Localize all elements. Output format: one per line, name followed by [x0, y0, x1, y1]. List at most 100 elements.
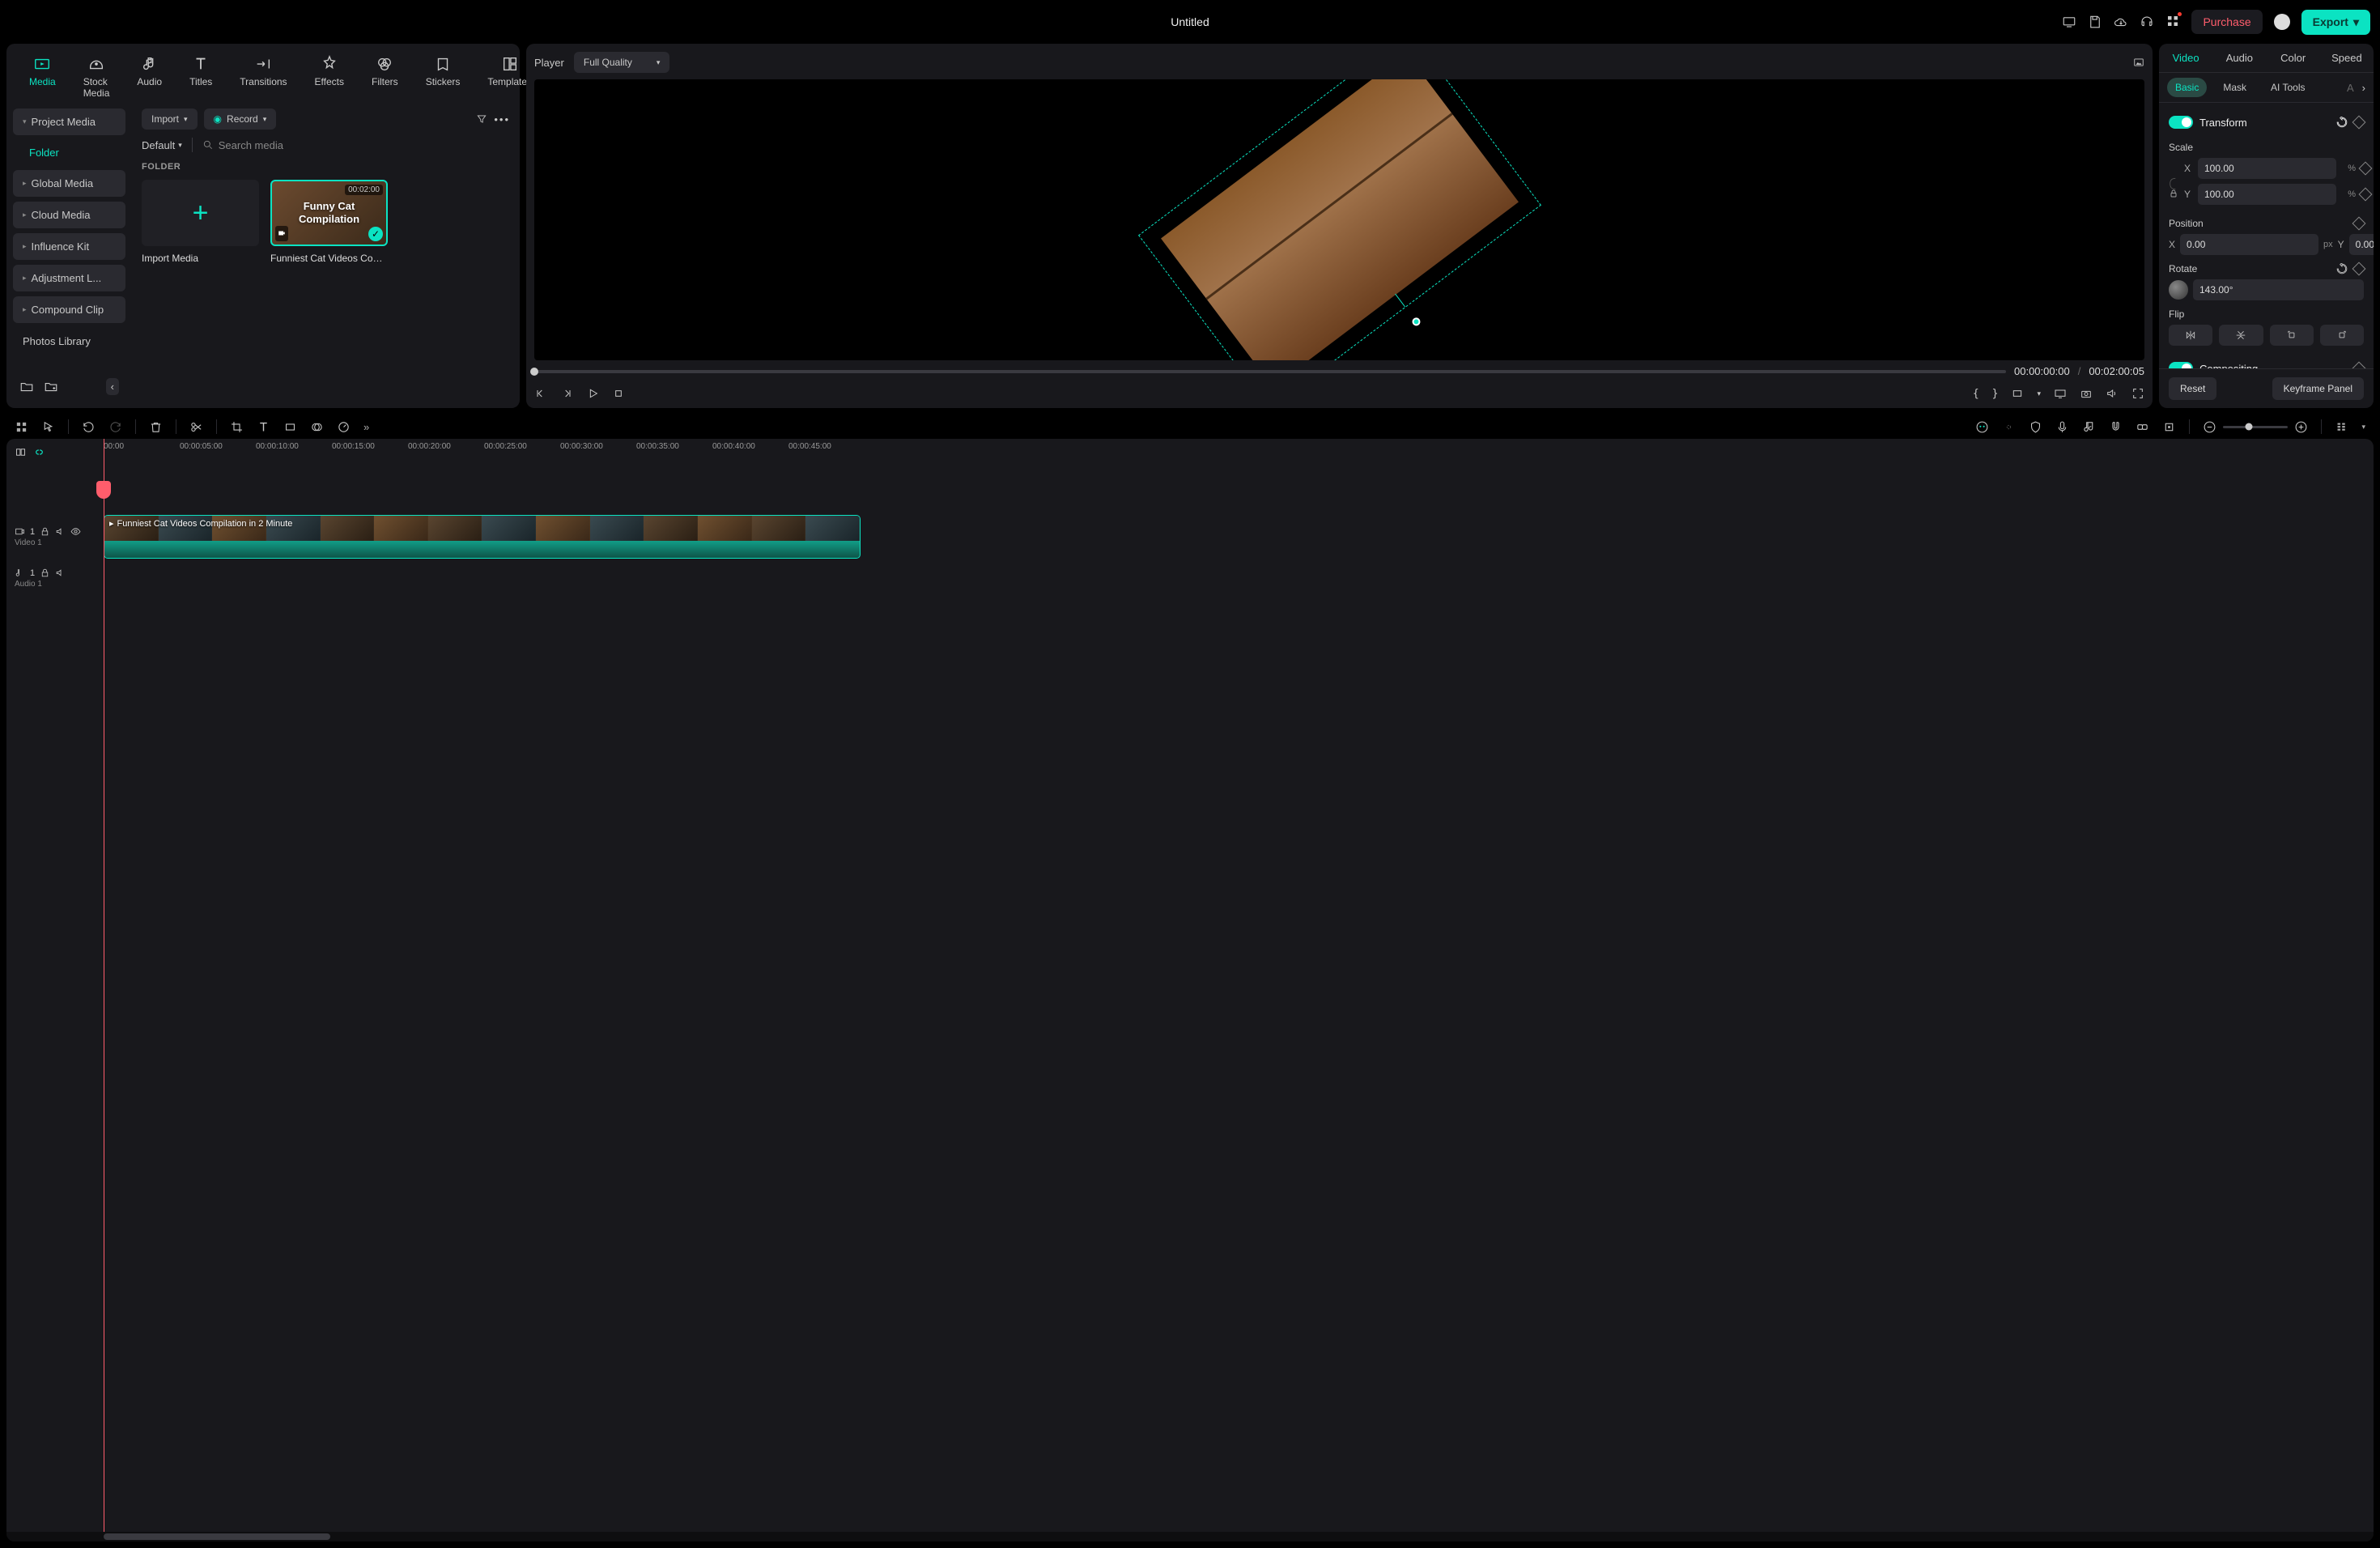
- redo-icon[interactable]: [108, 420, 122, 434]
- new-folder-icon[interactable]: [19, 380, 34, 394]
- mark-in-icon[interactable]: {: [1973, 388, 1979, 400]
- ratio-icon[interactable]: [2011, 387, 2024, 400]
- speed-icon[interactable]: [337, 420, 351, 434]
- import-media-tile[interactable]: + Import Media: [142, 180, 259, 264]
- filter-icon[interactable]: [476, 113, 487, 125]
- mute-track-icon[interactable]: [55, 526, 66, 537]
- visibility-icon[interactable]: [70, 526, 81, 537]
- sidebar-global-media[interactable]: ▸Global Media: [13, 170, 125, 197]
- zoom-out-icon[interactable]: [2203, 420, 2216, 434]
- pos-x-input[interactable]: [2180, 234, 2318, 255]
- video-track-head[interactable]: 1 Video 1: [6, 523, 104, 551]
- tab-stickers[interactable]: Stickers: [419, 52, 467, 102]
- display-icon[interactable]: [2062, 15, 2076, 29]
- reset-button[interactable]: Reset: [2169, 377, 2216, 400]
- scale-x-input[interactable]: [2198, 158, 2336, 179]
- rotate-input[interactable]: [2193, 279, 2364, 300]
- video-clip[interactable]: ▸Funniest Cat Videos Compilation in 2 Mi…: [104, 515, 861, 559]
- sidebar-cloud-media[interactable]: ▸Cloud Media: [13, 202, 125, 228]
- stop-icon[interactable]: [612, 387, 625, 400]
- reset-rotate-icon[interactable]: [2336, 263, 2348, 274]
- mask-icon[interactable]: [310, 420, 324, 434]
- save-icon[interactable]: [2088, 15, 2102, 29]
- cloud-icon[interactable]: [2114, 15, 2128, 29]
- new-bin-icon[interactable]: [44, 380, 58, 394]
- snapshot-icon[interactable]: [2133, 57, 2144, 68]
- insp-tab-audio[interactable]: Audio: [2212, 44, 2266, 72]
- support-icon[interactable]: [2140, 15, 2154, 29]
- play-icon[interactable]: [586, 387, 599, 400]
- tab-media[interactable]: Media: [23, 52, 62, 102]
- zoom-slider[interactable]: [2223, 426, 2288, 428]
- reset-transform-icon[interactable]: [2336, 117, 2348, 128]
- lock-track-icon[interactable]: [40, 526, 50, 537]
- tab-stock-media[interactable]: Stock Media: [77, 52, 117, 102]
- display-mode-icon[interactable]: [2054, 387, 2067, 400]
- record-button[interactable]: ◉Record▾: [204, 108, 277, 130]
- subtab-ai-tools[interactable]: AI Tools: [2263, 78, 2313, 97]
- mark-out-icon[interactable]: }: [1992, 388, 1999, 400]
- scale-x-keyframe[interactable]: [2359, 162, 2373, 176]
- video-viewport[interactable]: [534, 79, 2144, 360]
- delete-icon[interactable]: [149, 420, 163, 434]
- sidebar-adjustment-layer[interactable]: ▸Adjustment L...: [13, 265, 125, 291]
- insp-tab-video[interactable]: Video: [2159, 44, 2212, 72]
- tab-effects[interactable]: Effects: [308, 52, 351, 102]
- scale-y-input[interactable]: [2198, 184, 2336, 205]
- volume-icon[interactable]: [2106, 387, 2119, 400]
- mute-audio-icon[interactable]: [55, 568, 66, 578]
- media-clip-tile[interactable]: 00:02:00 Funny Cat Compilation ✓ Funnies…: [270, 180, 388, 264]
- rotate-handle[interactable]: [1410, 316, 1422, 327]
- sidebar-compound-clip[interactable]: ▸Compound Clip: [13, 296, 125, 323]
- text-icon[interactable]: [257, 420, 270, 434]
- audio-track-head[interactable]: 1 Audio 1: [6, 564, 104, 592]
- compositing-toggle[interactable]: [2169, 362, 2193, 368]
- sidebar-project-media[interactable]: ▾Project Media: [13, 108, 125, 135]
- crop-rect-icon[interactable]: [283, 420, 297, 434]
- scale-lock-icon[interactable]: [2169, 189, 2178, 198]
- insp-tab-color[interactable]: Color: [2267, 44, 2320, 72]
- sidebar-influence-kit[interactable]: ▸Influence Kit: [13, 233, 125, 260]
- subtab-basic[interactable]: Basic: [2167, 78, 2207, 97]
- search-input[interactable]: Search media: [202, 139, 510, 151]
- rotate-ccw-button[interactable]: [2270, 325, 2314, 346]
- tab-filters[interactable]: Filters: [365, 52, 405, 102]
- subtab-more-icon[interactable]: ›: [2362, 82, 2365, 94]
- flip-vertical-button[interactable]: [2219, 325, 2263, 346]
- compositing-keyframe[interactable]: [2352, 362, 2366, 368]
- fullscreen-icon[interactable]: [2131, 387, 2144, 400]
- magnet-icon[interactable]: [2109, 420, 2123, 434]
- undo-icon[interactable]: [82, 420, 96, 434]
- apps-icon[interactable]: [2165, 14, 2180, 28]
- more-tools-icon[interactable]: »: [363, 421, 369, 433]
- sort-dropdown[interactable]: Default▾: [142, 139, 182, 151]
- next-frame-icon[interactable]: [560, 387, 573, 400]
- shield-icon[interactable]: [2029, 420, 2042, 434]
- rotate-knob[interactable]: [2169, 280, 2188, 300]
- crop-icon[interactable]: [230, 420, 244, 434]
- pos-y-input[interactable]: [2349, 234, 2374, 255]
- music-icon[interactable]: [2082, 420, 2096, 434]
- split-icon[interactable]: [189, 420, 203, 434]
- subtab-mask[interactable]: Mask: [2215, 78, 2255, 97]
- pointer-icon[interactable]: [41, 420, 55, 434]
- ai-icon[interactable]: [1975, 420, 1989, 434]
- flip-horizontal-button[interactable]: [2169, 325, 2212, 346]
- user-avatar[interactable]: [2274, 14, 2290, 30]
- import-button[interactable]: Import▾: [142, 108, 198, 130]
- track-link-icon[interactable]: [33, 446, 45, 458]
- timeline-scrollbar[interactable]: [6, 1532, 2374, 1542]
- marker-icon[interactable]: [2162, 420, 2176, 434]
- purchase-button[interactable]: Purchase: [2191, 10, 2262, 34]
- scale-y-keyframe[interactable]: [2359, 188, 2373, 202]
- scrub-bar[interactable]: [534, 370, 2006, 373]
- marker-dot-icon[interactable]: [2002, 420, 2016, 434]
- view-options-icon[interactable]: [2335, 420, 2348, 434]
- rotate-keyframe[interactable]: [2352, 262, 2366, 276]
- camera-icon[interactable]: [2080, 387, 2093, 400]
- keyframe-panel-button[interactable]: Keyframe Panel: [2272, 377, 2364, 400]
- tab-transitions[interactable]: Transitions: [233, 52, 293, 102]
- tab-titles[interactable]: Titles: [183, 52, 219, 102]
- transform-toggle[interactable]: [2169, 116, 2193, 129]
- timeline-ruler[interactable]: 00:00 00:00:05:00 00:00:10:00 00:00:15:0…: [104, 439, 2374, 465]
